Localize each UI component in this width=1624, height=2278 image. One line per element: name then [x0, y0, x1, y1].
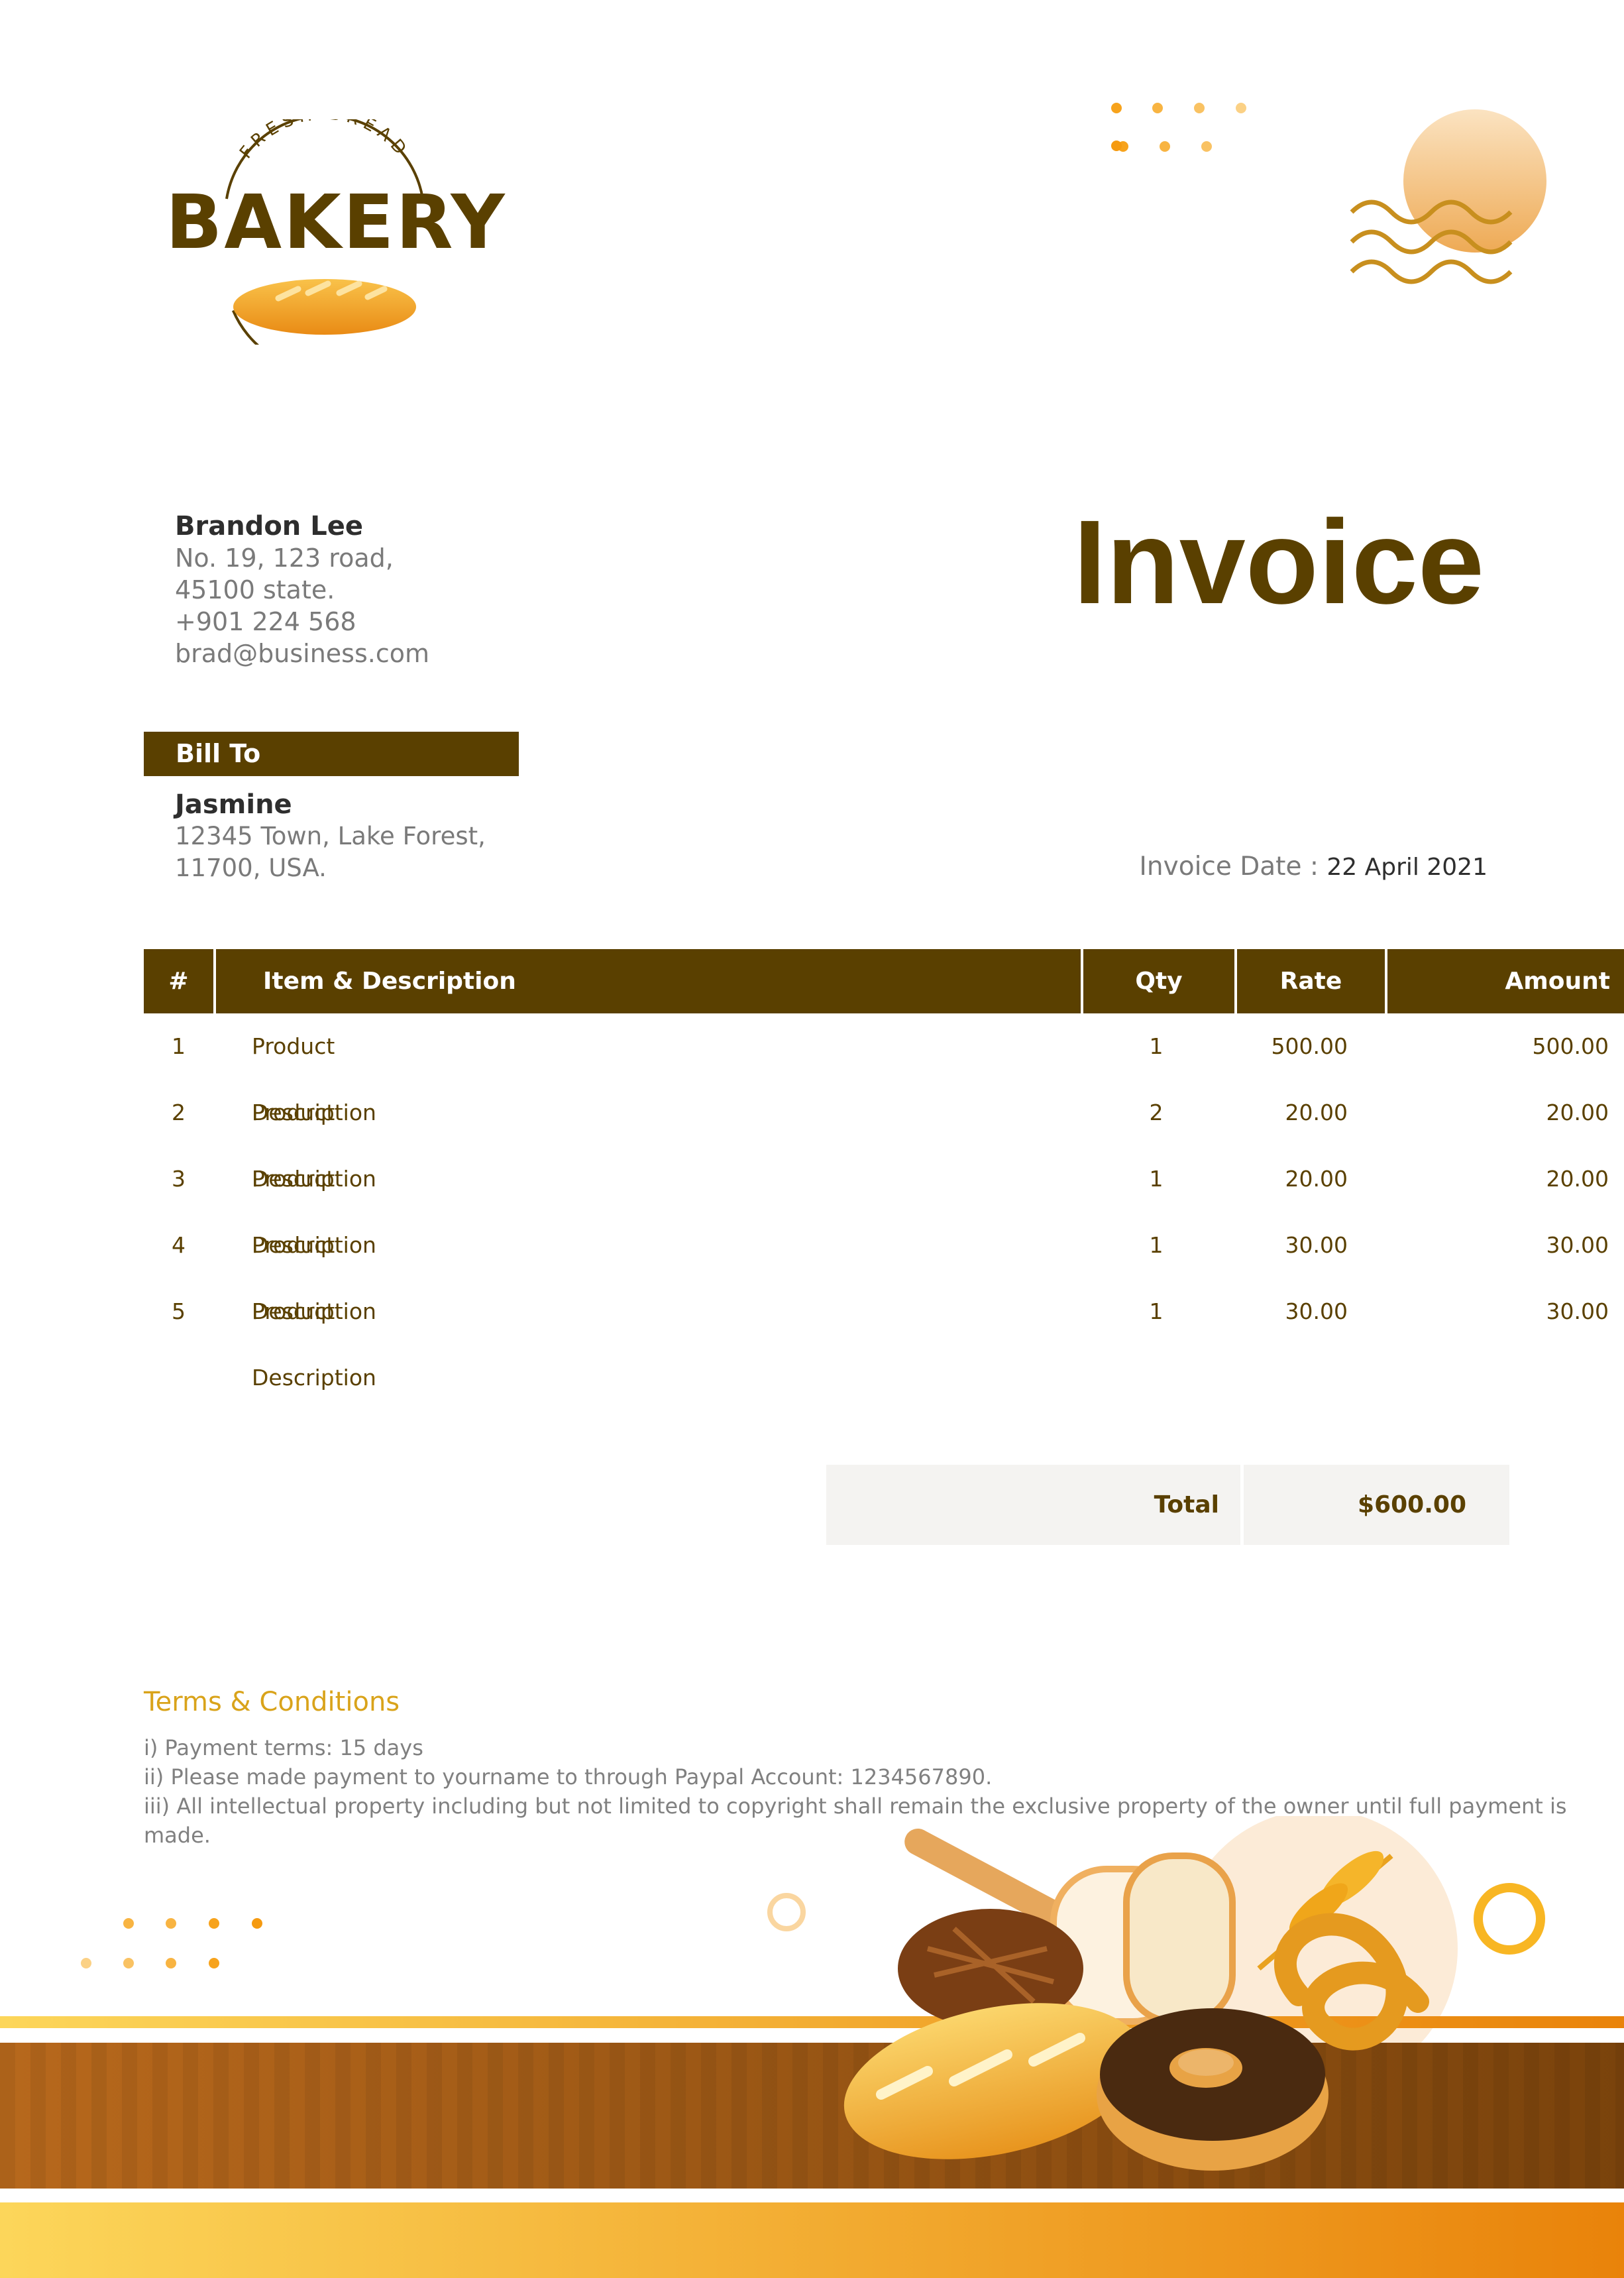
bill-to-block: Jasmine 12345 Town, Lake Forest, 11700, …	[175, 789, 486, 884]
row-amount: 30.00	[1546, 1232, 1609, 1258]
row-rate: 20.00	[1285, 1166, 1348, 1192]
terms-line: ii) Please made payment to yourname to t…	[144, 1764, 993, 1790]
row-num: 3	[172, 1166, 186, 1192]
row-amount: 30.00	[1546, 1298, 1609, 1324]
sender-email: brad@business.com	[175, 639, 430, 668]
invoice-date: Invoice Date : 22 April 2021	[994, 852, 1488, 882]
row-num: 2	[172, 1100, 186, 1125]
document-title: Invoice	[1073, 496, 1484, 629]
invoice-date-value: 22 April 2021	[1326, 854, 1488, 881]
row-amount: 500.00	[1532, 1033, 1609, 1059]
col-header-rate: Rate	[1237, 949, 1385, 1013]
terms-title: Terms & Conditions	[144, 1687, 400, 1717]
sender-phone: +901 224 568	[175, 607, 356, 636]
decorative-dot	[1111, 141, 1122, 151]
total-value: $600.00	[1244, 1465, 1509, 1545]
sender-address-line2: 45100 state.	[175, 575, 335, 604]
client-address-line1: 12345 Town, Lake Forest,	[175, 822, 486, 850]
sender-block: Brandon Lee No. 19, 123 road, 45100 stat…	[175, 510, 429, 669]
items-table-body: 1 Product Description 1 500.00 500.00 2 …	[144, 1013, 1609, 1391]
row-qty: 1	[1149, 1232, 1164, 1258]
row-amount: 20.00	[1546, 1100, 1609, 1125]
decorative-shapes-top	[1111, 103, 1546, 284]
bakery-logo: FRESH BREAD BAKERY	[166, 119, 507, 345]
row-num: 4	[172, 1232, 186, 1258]
terms-line: i) Payment terms: 15 days	[144, 1735, 423, 1760]
row-qty: 1	[1149, 1298, 1164, 1324]
row-rate: 30.00	[1285, 1298, 1348, 1324]
row-num: 1	[172, 1033, 186, 1059]
row-num: 5	[172, 1298, 186, 1324]
row-qty: 1	[1149, 1166, 1164, 1192]
client-address-line2: 11700, USA.	[175, 854, 327, 882]
col-header-num: #	[144, 949, 213, 1013]
row-rate: 500.00	[1271, 1033, 1348, 1059]
col-header-amount: Amount	[1387, 949, 1624, 1013]
sender-name: Brandon Lee	[175, 511, 363, 541]
row-qty: 1	[1149, 1033, 1164, 1059]
logo-brand-text: BAKERY	[166, 180, 507, 266]
row-rate: 30.00	[1285, 1232, 1348, 1258]
bill-to-label: Bill To	[144, 732, 519, 776]
row-qty: 2	[1149, 1100, 1164, 1125]
sender-address-line1: No. 19, 123 road,	[175, 543, 394, 573]
logo-arc-text: FRESH BREAD	[236, 119, 408, 162]
row-rate: 20.00	[1285, 1100, 1348, 1125]
row-item: Product Description	[252, 1298, 376, 1391]
invoice-date-label: Invoice Date :	[1139, 852, 1327, 882]
col-header-item: Item & Description	[216, 949, 1081, 1013]
row-amount: 20.00	[1546, 1166, 1609, 1192]
svg-text:FRESH BREAD: FRESH BREAD	[236, 119, 413, 162]
col-header-qty: Qty	[1083, 949, 1234, 1013]
bakery-footer-illustration	[0, 1816, 1624, 2278]
client-name: Jasmine	[175, 789, 292, 820]
total-label: Total	[826, 1465, 1240, 1545]
